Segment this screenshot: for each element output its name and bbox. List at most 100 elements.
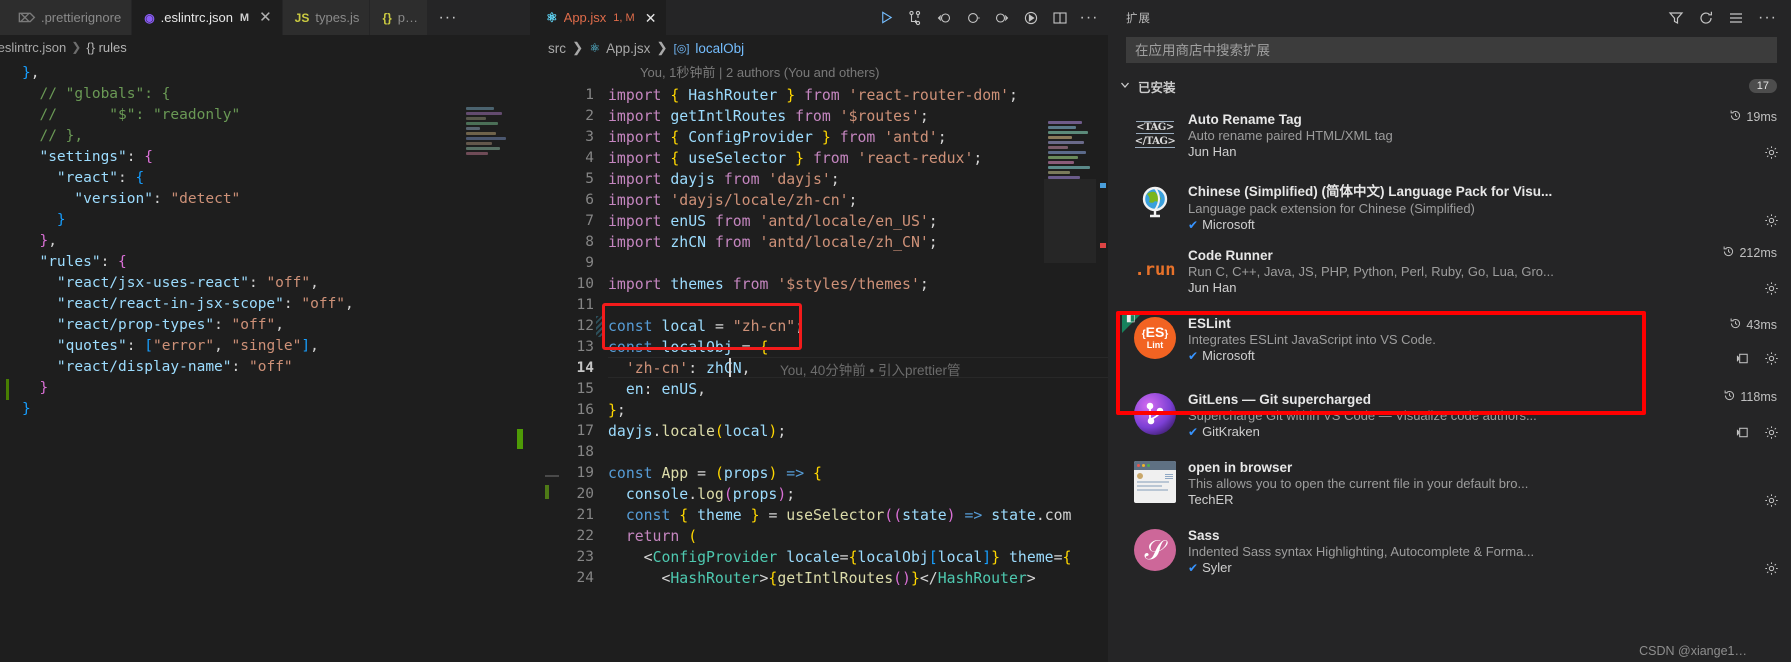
extension-description: Supercharge Git within VS Code — Visuali… [1188,408,1537,423]
extension-publisher: Jun Han [1188,144,1777,159]
debug-step-over-icon[interactable] [989,5,1015,31]
breadcrumb-symbol[interactable]: localObj [695,41,744,56]
extension-info: ESLint Integrates ESLint JavaScript into… [1188,315,1777,363]
more-actions-icon[interactable]: ··· [1076,5,1102,31]
code-line: import { HashRouter } from 'react-router… [608,87,1018,104]
gear-icon[interactable] [1764,145,1779,165]
react-icon: ⚛ [546,9,558,25]
extension-publisher: TechER [1188,492,1777,507]
gear-icon[interactable] [1764,281,1779,301]
split-editor-icon[interactable] [1047,5,1073,31]
tab-types-js[interactable]: JS types.js [282,0,371,35]
extension-publisher: ✔ Microsoft [1188,348,1777,363]
main-code-editor[interactable]: You, 1秒钟前 | 2 authors (You and others) 1… [530,61,1108,662]
timing-value: 212ms [1739,246,1777,260]
list-item-eslint[interactable]: ◧ {ES} Lint ESLint Integrates ESLint Java… [1108,309,1791,385]
left-code-editor[interactable]: }, // "globals": { // "$": "readonly" //… [0,59,530,662]
code-line: return ( [625,528,698,545]
sidebar-title: 扩展 [1126,12,1151,25]
extensions-list[interactable]: <TAG> </TAG> Auto Rename Tag Auto rename… [1108,99,1791,662]
line-number: 15 [576,381,594,397]
list-item[interactable]: <TAG> </TAG> Auto Rename Tag Auto rename… [1108,105,1791,173]
verified-badge-icon: ✔ [1188,348,1199,363]
run-button[interactable] [873,5,899,31]
overview-ruler-marker [1100,183,1106,188]
modified-gutter-indicator [545,485,549,499]
extension-name: Sass [1188,528,1220,543]
extension-search-box[interactable] [1126,37,1777,63]
history-icon [1722,245,1735,261]
sidebar-header-actions: ··· [1668,9,1777,27]
line-number: 9 [585,255,594,271]
gear-icon[interactable] [1764,425,1779,445]
line-number: 3 [585,129,594,145]
run-and-debug-icon[interactable] [1018,5,1044,31]
search-input[interactable] [1135,42,1768,58]
code-line: import getIntlRoutes from '$routes'; [608,108,929,125]
list-item[interactable]: Chinese (Simplified) (简体中文) Language Pac… [1108,173,1791,241]
js-icon: JS [294,10,310,25]
activation-time: 212ms [1722,245,1777,261]
list-view-icon[interactable] [1728,10,1744,26]
extension-name: GitLens — Git supercharged [1188,392,1372,407]
extension-name: Chinese (Simplified) (简体中文) Language Pac… [1188,184,1553,199]
eslint-icon: ◉ [144,10,155,25]
refresh-icon[interactable] [1698,10,1714,26]
code-line: import { ConfigProvider } from 'antd'; [608,129,947,146]
gear-icon[interactable] [1764,561,1779,581]
more-actions-icon[interactable]: ··· [1758,9,1777,27]
gear-icon[interactable] [1764,351,1779,371]
breadcrumb-symbol[interactable]: {} rules [86,40,126,55]
line-number: 19 [576,465,594,481]
tab-close-icon[interactable]: ✕ [259,10,272,25]
gear-icon[interactable] [1764,493,1779,513]
source-control-icon[interactable] [902,5,928,31]
tab-close-icon[interactable]: ✕ [645,11,657,25]
extension-actions [1764,145,1779,165]
extension-description: Language pack extension for Chinese (Sim… [1188,201,1475,216]
debug-restart-icon[interactable] [960,5,986,31]
tab-package-json[interactable]: {} package.json [370,0,429,35]
filter-icon[interactable] [1668,10,1684,26]
breadcrumb-file[interactable]: App.jsx [606,41,650,56]
installed-section-header[interactable]: 已安装 17 [1108,73,1791,99]
remote-window-icon[interactable] [1735,425,1750,445]
chevron-down-icon[interactable] [1118,79,1132,94]
list-item[interactable]: 𝒮 Sass Indented Sass syntax Highlighting… [1108,521,1791,589]
line-number: 18 [576,444,594,460]
breadcrumb-folder[interactable]: src [548,41,566,56]
minimap-slider[interactable] [1044,179,1096,263]
remote-window-icon[interactable] [1735,351,1750,371]
tab-eslintrc-json[interactable]: ◉ .eslintrc.json M ✕ [132,0,283,35]
list-item[interactable]: .run Code Runner Run C, C++, Java, JS, P… [1108,241,1791,309]
extension-description: This allows you to open the current file… [1188,476,1529,491]
gear-icon[interactable] [1764,213,1779,233]
screen-reader-icon: ◧ [1126,313,1136,324]
git-blame-header: You, 1秒钟前 | 2 authors (You and others) [640,65,880,80]
extension-name: Auto Rename Tag [1188,112,1302,127]
tab-dirty-indicator: M [239,11,250,24]
line-number: 20 [576,486,594,502]
tab-prettierignore[interactable]: ⌦ .prettierignore [0,0,133,35]
list-item[interactable]: open in browser This allows you to open … [1108,453,1791,521]
watermark-text: CSDN @xiange1… [1639,644,1747,658]
extension-info: Sass Indented Sass syntax Highlighting, … [1188,527,1777,575]
sidebar-header: 扩展 ··· [1108,0,1791,35]
left-minimap[interactable] [466,107,516,179]
tabs-more-icon[interactable]: ··· [428,0,467,35]
debug-step-back-icon[interactable] [931,5,957,31]
list-item[interactable]: GitLens — Git supercharged Supercharge G… [1108,385,1791,453]
line-number-current: 14 [576,360,594,376]
tab-badge: 1, M [613,11,635,24]
tab-app-jsx[interactable]: ⚛ App.jsx 1, M ✕ [530,0,668,35]
code-line: import { useSelector } from 'react-redux… [608,150,983,167]
breadcrumb-file[interactable]: .eslintrc.json [0,40,66,55]
fold-indicator[interactable] [596,316,602,337]
line-number: 24 [576,570,594,586]
vscode-window: ⌦ .prettierignore ◉ .eslintrc.json M ✕ J… [0,0,1791,662]
extension-info: Auto Rename Tag Auto rename paired HTML/… [1188,111,1777,159]
timing-value: 118ms [1740,390,1777,404]
main-minimap[interactable] [1048,121,1092,181]
timing-value: 43ms [1746,318,1777,332]
publisher-name: Syler [1202,560,1232,575]
